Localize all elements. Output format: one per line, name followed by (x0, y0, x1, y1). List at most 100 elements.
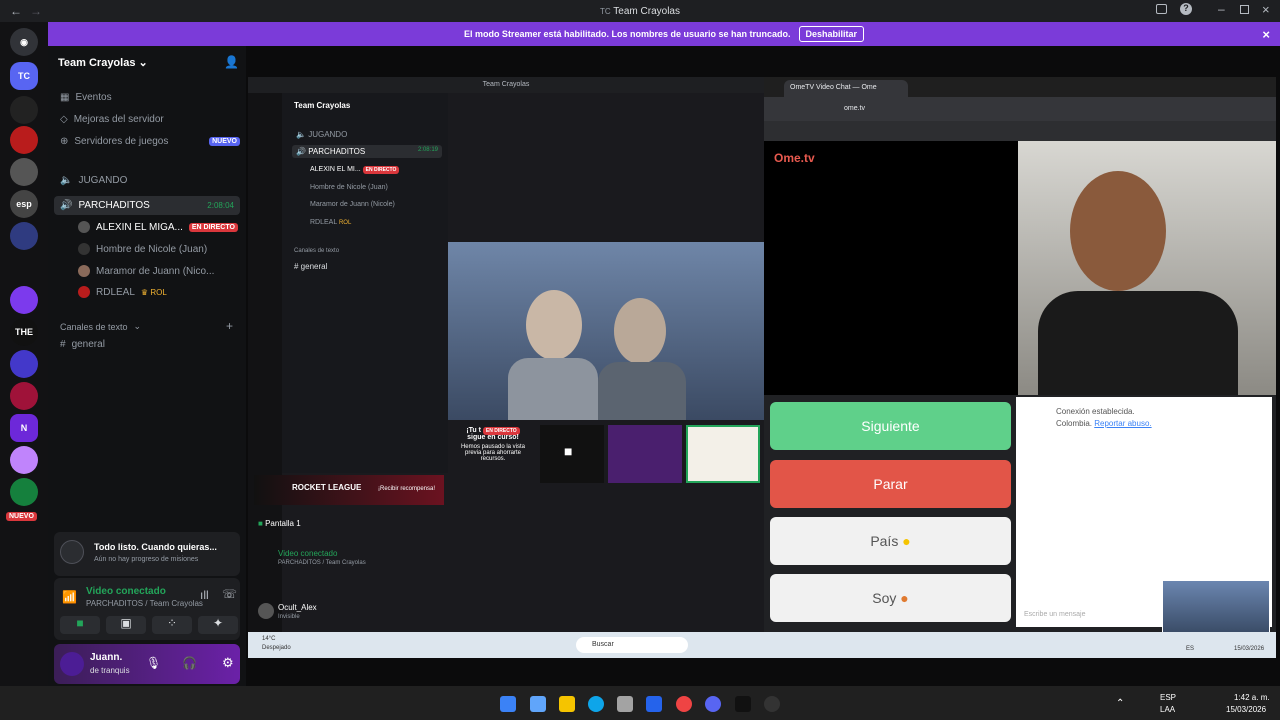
inner-user-status: Invisible (278, 614, 300, 620)
inner-member[interactable]: Hombre de Nicole (Juan) (310, 184, 388, 191)
screen-share-button[interactable]: ▣ (106, 616, 146, 634)
tab-strip: OmeTV Video Chat — Ome (764, 77, 1276, 97)
video-tile[interactable] (608, 425, 682, 483)
menu-item-boosts[interactable]: ◇ Mejoras del servidor (60, 114, 164, 125)
disconnect-icon[interactable]: ☏ (222, 587, 237, 601)
mail-icon[interactable] (646, 696, 662, 712)
server-icon[interactable] (10, 382, 38, 410)
calendar-icon: ▦ (60, 92, 70, 103)
camera-tile[interactable]: ■ (540, 425, 604, 483)
add-channel-icon[interactable]: + (226, 319, 233, 333)
inner-member[interactable]: RDLEAL ROL (310, 219, 351, 226)
banner-close-icon[interactable]: × (1262, 27, 1270, 42)
headphones-icon[interactable]: 🎧 (182, 656, 197, 670)
server-icon[interactable] (10, 126, 38, 154)
self-view-thumbnail[interactable] (1162, 580, 1270, 640)
inner-text-general[interactable]: # general (294, 262, 327, 271)
next-button[interactable]: Siguiente (770, 402, 1011, 450)
report-abuse-link[interactable]: Reportar abuso. (1094, 419, 1151, 428)
microphone-icon[interactable]: 🎙 (146, 656, 161, 670)
voice-status: Video conectado (86, 586, 166, 597)
url-field[interactable]: ome.tv (830, 102, 1210, 116)
server-icon[interactable] (10, 350, 38, 378)
chat-status: Conexión establecida. (1056, 407, 1135, 416)
server-icon[interactable]: N (10, 414, 38, 442)
server-icon-tc[interactable]: TC (10, 62, 38, 90)
menu-item-game-servers[interactable]: ⊕ Servidores de juegos NUEVO (60, 136, 240, 147)
edge-icon[interactable] (588, 696, 604, 712)
voice-member[interactable]: Hombre de Nicole (Juan) (78, 243, 207, 255)
widgets-icon[interactable] (530, 696, 546, 712)
minimize-icon[interactable]: – (1218, 2, 1225, 16)
taskbar (0, 686, 1280, 720)
quest-panel[interactable]: Todo listo. Cuando quieras... Aún no hay… (54, 532, 240, 576)
maximize-icon[interactable] (1240, 5, 1249, 14)
server-icon[interactable] (10, 158, 38, 186)
clock-time[interactable]: 1:42 a. m. (1234, 693, 1270, 702)
own-camera-area: Ome.tv (764, 141, 1018, 395)
start-icon[interactable] (500, 696, 516, 712)
noise-suppression-icon[interactable]: ıll (200, 588, 209, 602)
voice-member[interactable]: Maramor de Juann (Nico... (78, 265, 214, 277)
store-icon[interactable] (617, 696, 633, 712)
chrome-icon[interactable] (676, 696, 692, 712)
inner-date: 15/03/2026 (1234, 646, 1265, 652)
file-explorer-icon[interactable] (559, 696, 575, 712)
camera-button[interactable]: ■ (60, 616, 100, 634)
search-box[interactable]: Buscar (576, 637, 688, 653)
boost-icon: ◇ (60, 114, 68, 125)
discord-home-icon[interactable]: ◉ (10, 28, 38, 56)
activities-button[interactable]: ⁘ (152, 616, 192, 634)
country-button[interactable]: País ● (770, 517, 1011, 565)
inner-voice-parchaditos[interactable]: 🔊 PARCHADITOS 2:08:19 (292, 145, 442, 158)
epic-games-icon[interactable] (735, 696, 751, 712)
browser-tab[interactable]: OmeTV Video Chat — Ome (784, 80, 908, 97)
server-icon[interactable]: THE (10, 318, 38, 346)
lang-indicator[interactable]: ESP (1160, 693, 1176, 702)
server-name[interactable]: Team Crayolas ⌄ (58, 56, 148, 69)
inner-text-header[interactable]: Canales de texto (294, 248, 339, 254)
inner-member[interactable]: ALEXIN EL MI... EN DIRECTO (310, 166, 400, 174)
menu-item-events[interactable]: ▦ Eventos (60, 92, 112, 103)
screen-share-label[interactable]: ■ Pantalla 1 (258, 519, 301, 528)
stranger-video (1018, 141, 1276, 395)
help-icon[interactable]: ? (1180, 3, 1192, 15)
disable-streamer-button[interactable]: Deshabilitar (798, 26, 865, 42)
add-member-icon[interactable]: 👤 (224, 55, 239, 69)
app-icon[interactable] (764, 696, 780, 712)
voice-channel-jugando[interactable]: 🔈 JUGANDO (60, 175, 127, 186)
new-badge: NUEVO (6, 512, 37, 521)
server-icon[interactable] (10, 478, 38, 506)
chat-input[interactable]: Escribe un mensaje (1024, 611, 1085, 618)
bookmarks-bar (764, 121, 1276, 141)
settings-gear-icon[interactable]: ⚙ (222, 655, 234, 671)
server-icon[interactable] (10, 96, 38, 124)
server-icon[interactable]: esp (10, 190, 38, 218)
server-icon[interactable] (10, 446, 38, 474)
clock-date[interactable]: 15/03/2026 (1226, 705, 1266, 714)
rocket-league-promo[interactable]: ROCKET LEAGUE ¡Recibir recompensa! (254, 475, 444, 505)
close-icon[interactable]: × (1262, 2, 1270, 17)
server-icon[interactable] (10, 222, 38, 250)
voice-member[interactable]: RDLEAL ♛ ROL (78, 286, 167, 298)
avatar[interactable] (60, 652, 84, 676)
webcam-stream-image (448, 242, 764, 420)
server-icon[interactable] (10, 286, 38, 314)
discord-icon[interactable] (705, 696, 721, 712)
inner-channel-list: Team Crayolas 🔈 JUGANDO 🔊 PARCHADITOS 2:0… (282, 93, 448, 473)
voice-member[interactable]: ALEXIN EL MIGA... EN DIRECTO (78, 221, 238, 233)
inner-voice-jugando[interactable]: 🔈 JUGANDO (296, 130, 347, 139)
gender-button[interactable]: Soy ● (770, 574, 1011, 622)
lang-layout[interactable]: LAA (1160, 705, 1175, 714)
text-channels-header[interactable]: Canales de texto ⌄ (60, 321, 141, 332)
quest-title: Todo listo. Cuando quieras... (94, 542, 217, 552)
inbox-icon[interactable] (1156, 4, 1167, 14)
stop-button[interactable]: Parar (770, 460, 1011, 508)
chevron-up-icon[interactable]: ⌃ (1116, 698, 1124, 709)
inner-server-name[interactable]: Team Crayolas (294, 101, 350, 110)
soundboard-button[interactable]: ✦ (198, 616, 238, 634)
voice-channel-parchaditos[interactable]: 🔊 PARCHADITOS 2:08:04 (54, 196, 240, 215)
text-channel-general[interactable]: # general (60, 339, 105, 350)
inner-member[interactable]: Maramor de Juann (Nicole) (310, 201, 395, 208)
avatar-tile[interactable] (686, 425, 760, 483)
